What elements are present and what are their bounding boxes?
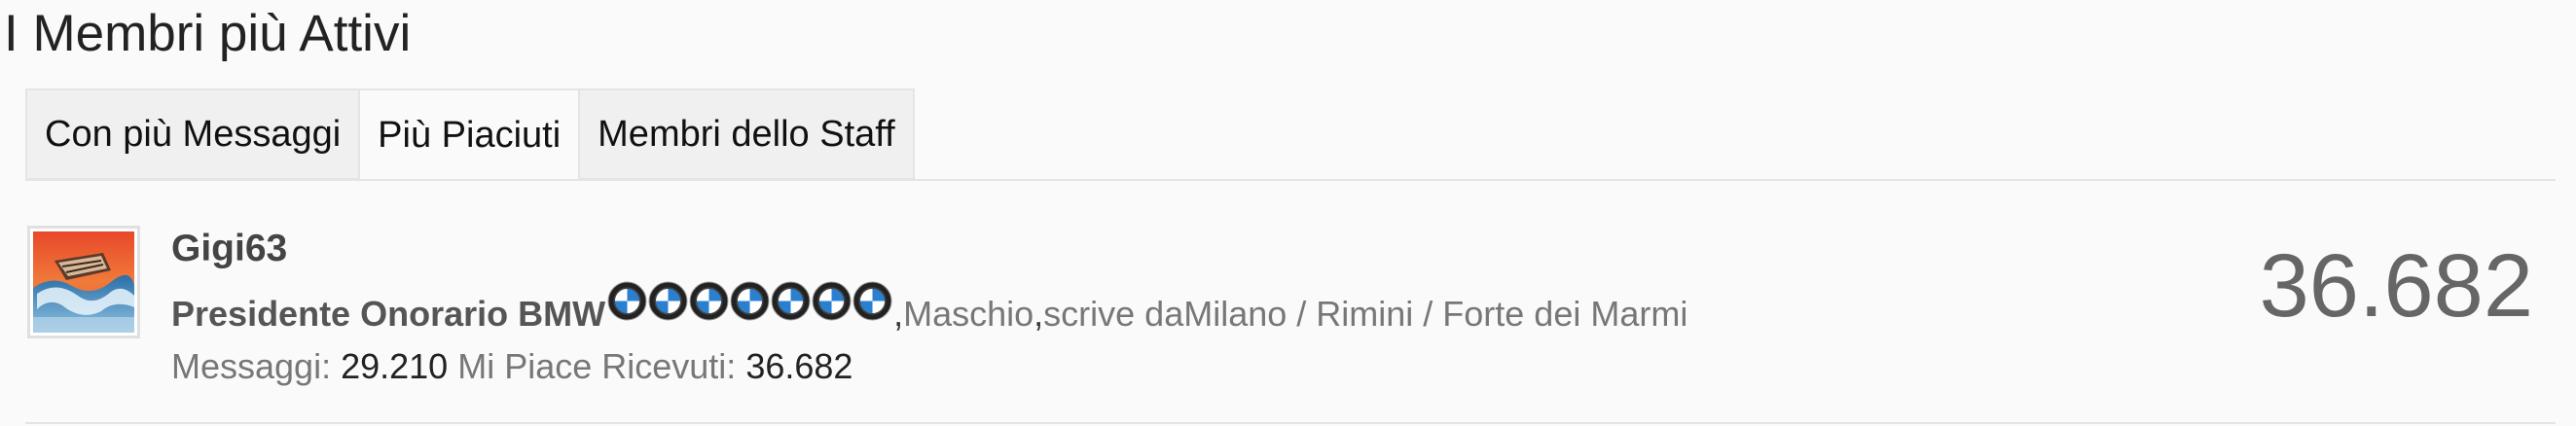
row-divider — [25, 422, 2556, 424]
member-stats: Messaggi: 29.210 Mi Piace Ricevuti: 36.6… — [171, 346, 853, 387]
avatar-image — [33, 231, 134, 333]
messages-label: Messaggi: — [171, 346, 332, 386]
member-location[interactable]: Milano / Rimini / Forte dei Marmi — [1183, 294, 1687, 335]
bmw-logo-icon — [607, 281, 647, 321]
rank-badges — [607, 281, 893, 321]
member-username[interactable]: Gigi63 — [171, 228, 287, 270]
member-info: Presidente Onorario BMW , Maschio , scri… — [171, 281, 1687, 335]
bmw-logo-icon — [689, 281, 729, 321]
bmw-logo-icon — [648, 281, 688, 321]
bmw-logo-icon — [730, 281, 770, 321]
most-active-members-block: I Membri più Attivi Con più Messaggi Più… — [0, 0, 2576, 426]
member-gender: Maschio — [903, 294, 1034, 334]
member-title: Presidente Onorario BMW — [171, 294, 606, 334]
location-prefix: scrive da — [1043, 294, 1184, 334]
section-title: I Membri più Attivi — [4, 5, 412, 62]
tab-most-liked[interactable]: Più Piaciuti — [358, 89, 579, 182]
separator: , — [893, 294, 904, 334]
bmw-logo-icon — [771, 281, 811, 321]
tab-staff-members[interactable]: Membri dello Staff — [578, 89, 915, 180]
separator: , — [1034, 294, 1044, 334]
messages-value: 29.210 — [341, 346, 449, 386]
bmw-logo-icon — [853, 281, 892, 321]
avatar[interactable] — [27, 226, 140, 338]
bmw-logo-icon — [812, 281, 852, 321]
likes-count-large: 36.682 — [2259, 236, 2533, 336]
likes-label: Mi Piace Ricevuti: — [457, 346, 737, 386]
tab-bar: Con più Messaggi Più Piaciuti Membri del… — [25, 89, 915, 182]
tab-most-messages[interactable]: Con più Messaggi — [25, 89, 359, 180]
member-row: Gigi63 Presidente Onorario BMW , Maschio… — [0, 181, 2576, 424]
likes-value: 36.682 — [745, 346, 853, 386]
